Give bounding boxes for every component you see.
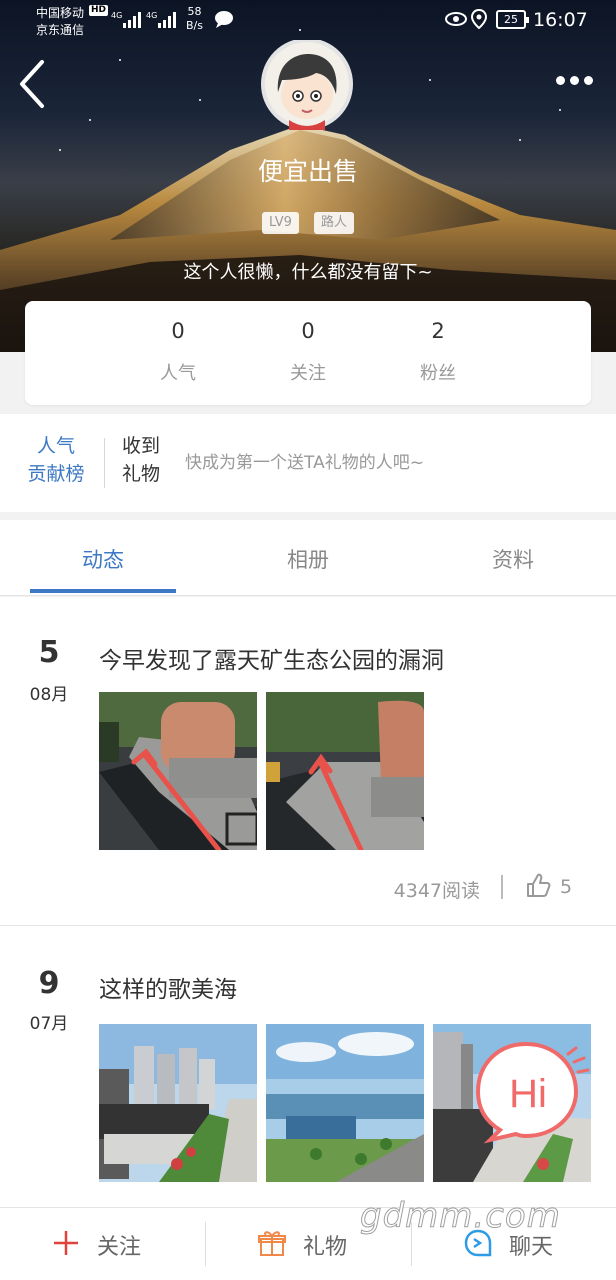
location-icon	[471, 9, 487, 29]
stat-label: 关注	[290, 363, 326, 384]
gift-label: 礼物	[303, 1235, 348, 1260]
network-label-1: 4G	[111, 11, 122, 20]
more-dots-icon	[556, 76, 565, 85]
network-label-2: 4G	[146, 11, 157, 20]
active-tab-indicator	[30, 589, 176, 593]
post-read-count: 4347阅读	[393, 880, 480, 902]
more-options-button[interactable]	[552, 72, 596, 92]
signal-icon-1: 4G	[111, 11, 141, 28]
gift-empty-hint[interactable]: 快成为第一个送TA礼物的人吧~	[185, 448, 424, 473]
carrier-name-1: 中国移动	[36, 6, 85, 20]
post-title: 这样的歌美海	[99, 977, 237, 1003]
speed-unit: B/s	[186, 19, 203, 32]
stat-popularity[interactable]: 0 人气	[118, 319, 238, 385]
rank-line-2: 贡献榜	[27, 463, 85, 485]
like-icon[interactable]	[525, 872, 551, 898]
post-image[interactable]	[99, 692, 257, 850]
stat-following[interactable]: 0 关注	[248, 319, 368, 385]
network-speed: 58 B/s	[186, 5, 203, 33]
level-badge: LV9	[261, 212, 299, 234]
post-month: 07月	[29, 1014, 69, 1034]
stats-card: 0 人气 0 关注 2 粉丝	[25, 301, 591, 405]
post-month: 08月	[29, 685, 69, 705]
back-arrow-icon	[20, 60, 44, 108]
stat-value: 0	[301, 319, 315, 343]
divider	[501, 875, 503, 899]
post-image[interactable]	[266, 1024, 424, 1182]
profile-tabs: 动态 相册 资料	[0, 520, 616, 596]
message-notification-icon	[215, 11, 233, 28]
gift-icon	[258, 1231, 286, 1256]
rank-line-1: 人气	[36, 435, 75, 457]
post-day: 5	[38, 635, 60, 670]
stat-value: 2	[431, 319, 445, 343]
hd-badge: HD	[89, 5, 109, 16]
speed-value: 58	[187, 5, 202, 18]
stat-label: 粉丝	[420, 363, 456, 384]
gift-section: 人气 贡献榜 收到 礼物 快成为第一个送TA礼物的人吧~	[0, 414, 616, 512]
back-button[interactable]	[14, 58, 50, 110]
stat-followers[interactable]: 2 粉丝	[378, 319, 498, 385]
avatar[interactable]	[256, 40, 358, 130]
user-bio: 这个人很懒，什么都没有留下~	[183, 262, 433, 283]
hi-greeting-button[interactable]: Hi	[472, 1036, 592, 1144]
role-badge: 路人	[314, 212, 355, 234]
post-image[interactable]	[266, 692, 424, 850]
battery-indicator: 25	[496, 10, 529, 29]
eye-icon	[445, 12, 467, 26]
user-badges: LV9 路人	[0, 211, 616, 234]
post-separator	[0, 925, 616, 926]
stat-label: 人气	[160, 363, 196, 384]
post-image[interactable]	[99, 1024, 257, 1182]
follow-button[interactable]: 关注	[40, 1208, 200, 1280]
clock: 16:07	[533, 9, 588, 31]
post-day: 9	[38, 966, 60, 1001]
hi-label: Hi	[509, 1072, 547, 1116]
contribution-ranking-link[interactable]: 人气 贡献榜	[20, 432, 92, 488]
status-bar: 中国移动 HD 京东通信 4G 4G 58 B/s 25 16:07	[0, 0, 616, 40]
divider	[205, 1222, 206, 1266]
watermark-text: gdmm.com	[360, 1196, 561, 1237]
stat-value: 0	[171, 319, 185, 343]
tab-feed[interactable]: 动态	[0, 544, 206, 574]
tab-profile-info[interactable]: 资料	[410, 544, 616, 574]
user-name: 便宜出售	[257, 157, 358, 186]
plus-icon	[54, 1231, 78, 1255]
carrier-name-2: 京东通信	[36, 23, 85, 37]
divider	[104, 438, 105, 488]
received-gifts-label: 收到 礼物	[122, 435, 161, 485]
post-like-count: 5	[560, 876, 573, 898]
follow-label: 关注	[97, 1235, 142, 1260]
post-title: 今早发现了露天矿生态公园的漏洞	[99, 648, 444, 674]
signal-icon-2: 4G	[146, 11, 176, 28]
tab-album[interactable]: 相册	[205, 544, 411, 574]
